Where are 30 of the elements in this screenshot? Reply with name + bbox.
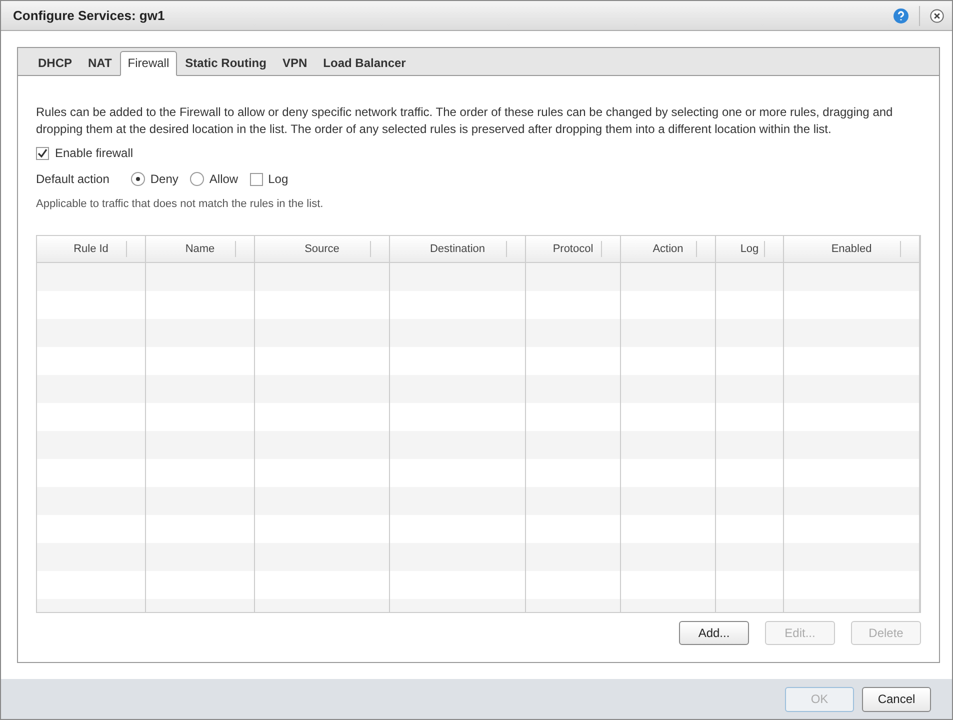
column-header[interactable]: Log [716,236,784,262]
column-header[interactable]: Destination [390,236,526,262]
column-header[interactable]: Enabled [784,236,920,262]
tab[interactable]: Firewall [120,51,178,76]
close-icon[interactable] [930,8,944,22]
column-header[interactable]: Source [255,236,390,262]
radio-label: Allow [209,172,238,186]
checkbox-label: Log [268,172,288,186]
tab[interactable]: VPN [274,51,316,76]
radio-button[interactable] [190,172,204,186]
checkbox[interactable] [250,172,264,186]
column-header[interactable]: Action [621,236,716,262]
tab[interactable]: DHCP [30,51,80,76]
radio-label: Deny [150,172,178,186]
button[interactable]: Add... [679,621,749,645]
help-icon[interactable] [893,8,909,24]
hint-text: Applicable to traffic that does not match the rules in the list. [36,198,324,210]
column-header[interactable]: Rule Id [37,236,146,262]
description-text: Rules can be added to the Firewall to allow or deny specific network traffic. The order of these rules can be changed by selecting one or more rules, dragging and dropping them at the desired location in the list. The order of any selected rules is preserved after dropping them into a different location within the list. [36,104,894,138]
tab[interactable]: NAT [80,51,120,76]
window-title: Configure Services: gw1 [13,8,166,23]
checkbox-label: Enable firewall [55,146,134,160]
checkbox[interactable] [36,146,49,160]
field-label: Default action [36,172,110,186]
button[interactable]: Cancel [862,686,931,712]
column-header[interactable]: Protocol [526,236,621,262]
radio-button[interactable] [131,172,146,186]
tab[interactable]: Static Routing [177,51,274,76]
tab[interactable]: Load Balancer [315,51,414,76]
column-header[interactable]: Name [146,236,255,262]
